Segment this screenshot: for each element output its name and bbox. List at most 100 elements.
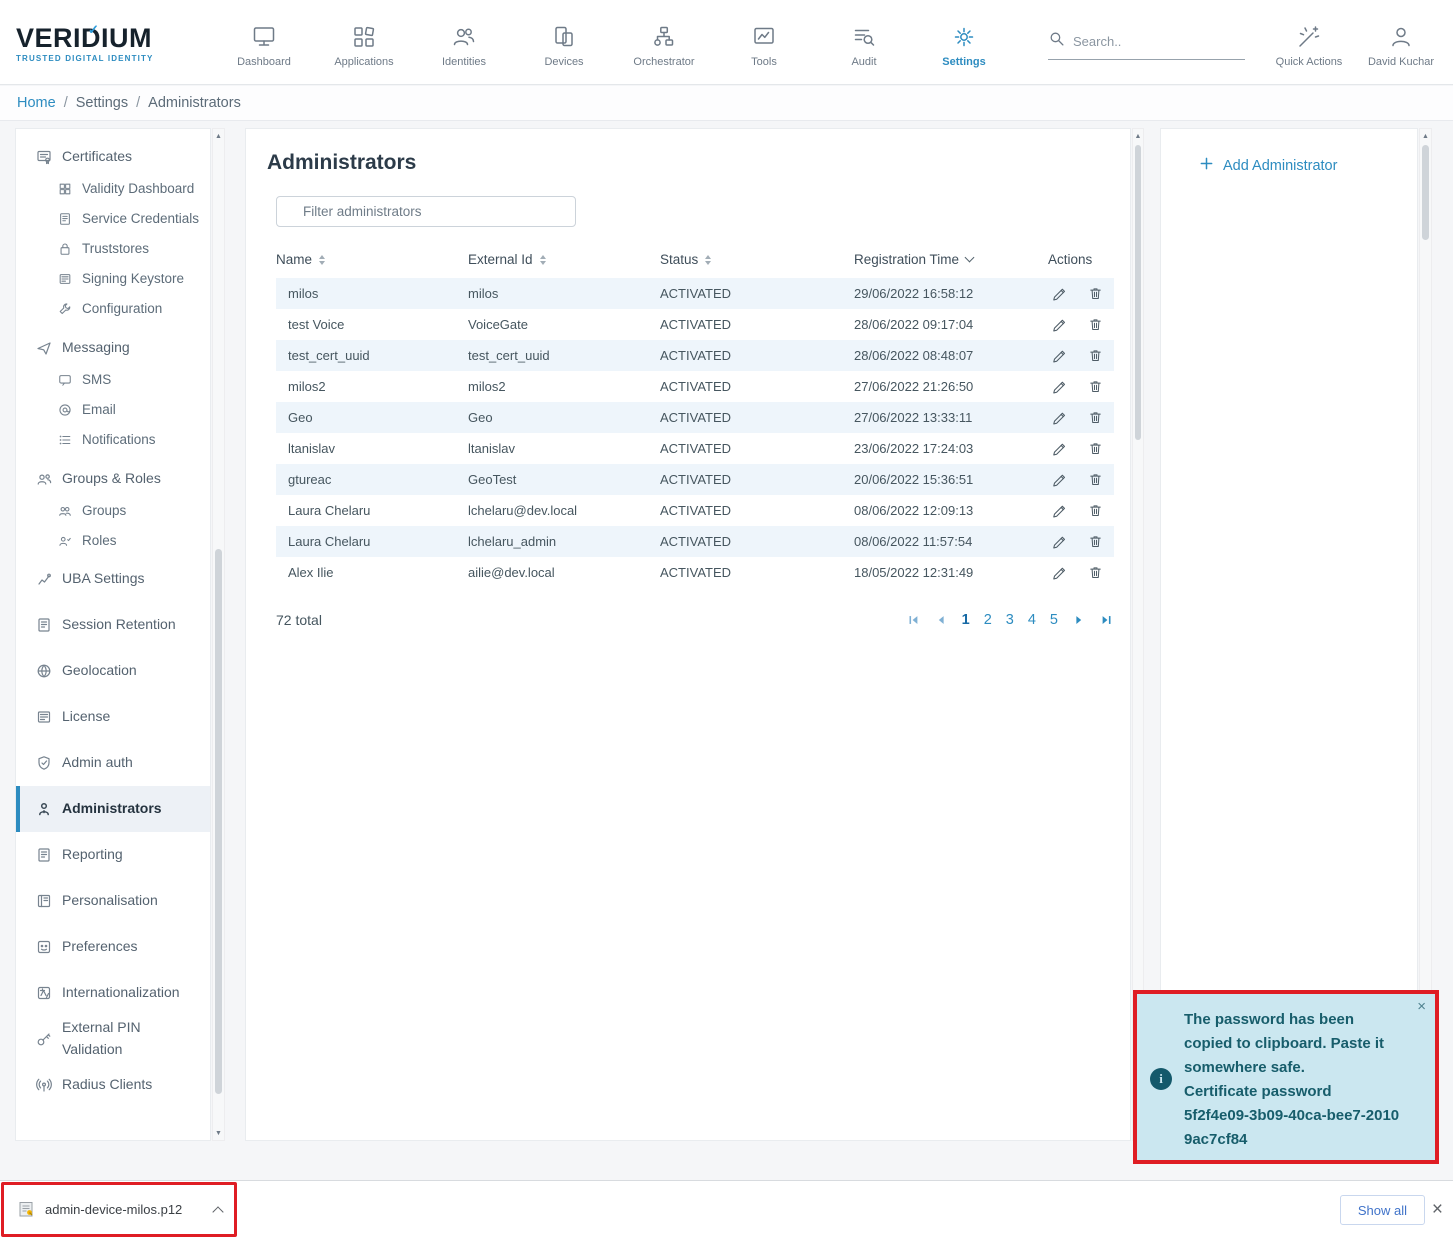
- sidebar-item-groups[interactable]: Groups: [16, 496, 210, 526]
- sidebar-item-messaging[interactable]: Messaging: [16, 331, 210, 365]
- page-number-3[interactable]: 3: [1006, 612, 1014, 628]
- edit-pencil-icon[interactable]: [1052, 379, 1067, 394]
- edit-pencil-icon[interactable]: [1052, 441, 1067, 456]
- add-administrator-button[interactable]: Add Administrator: [1199, 156, 1417, 175]
- edit-pencil-icon[interactable]: [1052, 348, 1067, 363]
- page-number-4[interactable]: 4: [1028, 612, 1036, 628]
- sidebar-item-notifications[interactable]: Notifications: [16, 425, 210, 455]
- sidebar-scrollbar[interactable]: ▲ ▼: [212, 128, 225, 1141]
- cell-status: ACTIVATED: [660, 565, 854, 580]
- sidebar-item-groups-roles[interactable]: Groups & Roles: [16, 462, 210, 496]
- sidebar-scrollbar-thumb[interactable]: [215, 549, 222, 1094]
- sidebar-item-uba-settings[interactable]: UBA Settings: [16, 556, 210, 602]
- chevron-up-icon[interactable]: [212, 1206, 223, 1217]
- delete-trash-icon[interactable]: [1088, 379, 1103, 394]
- scroll-up-icon[interactable]: ▲: [213, 129, 224, 143]
- delete-trash-icon[interactable]: [1088, 410, 1103, 425]
- sidebar-item-session-retention[interactable]: Session Retention: [16, 602, 210, 648]
- breadcrumb-item-administrators: Administrators: [148, 95, 241, 111]
- scroll-up-icon[interactable]: ▲: [1420, 129, 1431, 143]
- sidebar-item-validity-dashboard[interactable]: Validity Dashboard: [16, 174, 210, 204]
- page-number-2[interactable]: 2: [984, 612, 992, 628]
- sidebar-item-external-pin-validation[interactable]: External PIN Validation: [16, 1016, 210, 1062]
- delete-trash-icon[interactable]: [1088, 503, 1103, 518]
- page-number-1[interactable]: 1: [962, 612, 970, 628]
- delete-trash-icon[interactable]: [1088, 472, 1103, 487]
- sidebar-item-signing-keystore[interactable]: Signing Keystore: [16, 264, 210, 294]
- sidebar-item-configuration[interactable]: Configuration: [16, 294, 210, 324]
- sidebar-item-administrators[interactable]: Administrators: [16, 786, 210, 832]
- close-download-bar-icon[interactable]: ×: [1424, 1195, 1451, 1225]
- first-page-icon[interactable]: [906, 613, 920, 627]
- sort-desc-icon[interactable]: [965, 253, 975, 263]
- veridium-logo[interactable]: VERIDIUM ✓ TRUSTED DIGITAL IDENTITY: [0, 21, 190, 63]
- column-header-status[interactable]: Status: [660, 252, 854, 267]
- sidebar-item-preferences[interactable]: Preferences: [16, 924, 210, 970]
- edit-pencil-icon[interactable]: [1052, 317, 1067, 332]
- sidebar-item-sms[interactable]: SMS: [16, 365, 210, 395]
- nav-item-applications[interactable]: Applications: [314, 16, 414, 68]
- filter-administrators-input[interactable]: [276, 196, 576, 227]
- edit-pencil-icon[interactable]: [1052, 503, 1067, 518]
- quick-actions-button[interactable]: Quick Actions: [1263, 16, 1355, 68]
- search-input[interactable]: [1073, 34, 1223, 49]
- sidebar-item-service-credentials[interactable]: Service Credentials: [16, 204, 210, 234]
- nav-item-audit[interactable]: Audit: [814, 16, 914, 68]
- main-scrollbar-thumb[interactable]: [1135, 145, 1141, 440]
- sidebar-item-label: External PIN Validation: [62, 1017, 202, 1060]
- sidebar-item-label: Service Credentials: [82, 209, 199, 230]
- delete-trash-icon[interactable]: [1088, 565, 1103, 580]
- delete-trash-icon[interactable]: [1088, 534, 1103, 549]
- delete-trash-icon[interactable]: [1088, 348, 1103, 363]
- sidebar-item-reporting[interactable]: Reporting: [16, 832, 210, 878]
- edit-pencil-icon[interactable]: [1052, 286, 1067, 301]
- edit-pencil-icon[interactable]: [1052, 472, 1067, 487]
- sort-toggle-icon[interactable]: [540, 255, 546, 265]
- detail-scrollbar-thumb[interactable]: [1422, 145, 1429, 240]
- breadcrumb-item-home[interactable]: Home: [17, 95, 56, 111]
- delete-trash-icon[interactable]: [1088, 441, 1103, 456]
- sidebar-item-personalisation[interactable]: Personalisation: [16, 878, 210, 924]
- column-header-registration-time[interactable]: Registration Time: [854, 252, 1048, 267]
- nav-item-orchestrator[interactable]: Orchestrator: [614, 16, 714, 68]
- nav-item-tools[interactable]: Tools: [714, 16, 814, 68]
- sort-toggle-icon[interactable]: [319, 255, 325, 265]
- sidebar-item-email[interactable]: Email: [16, 395, 210, 425]
- nav-item-label: Settings: [942, 56, 985, 68]
- sidebar-item-geolocation[interactable]: Geolocation: [16, 648, 210, 694]
- downloaded-file-item[interactable]: admin-device-milos.p12: [1, 1182, 237, 1237]
- scroll-up-icon[interactable]: ▲: [1133, 129, 1143, 143]
- page-title: Administrators: [267, 151, 1130, 175]
- scroll-down-icon[interactable]: ▼: [213, 1126, 224, 1140]
- sidebar-item-internationalization[interactable]: Internationalization: [16, 970, 210, 1016]
- edit-pencil-icon[interactable]: [1052, 534, 1067, 549]
- sidebar-item-admin-auth[interactable]: Admin auth: [16, 740, 210, 786]
- sidebar-item-certificates[interactable]: Certificates: [16, 140, 210, 174]
- nav-item-identities[interactable]: Identities: [414, 16, 514, 68]
- topnav-right-cluster: Quick Actions David Kuchar: [1263, 16, 1447, 68]
- sidebar-item-radius-clients[interactable]: Radius Clients: [16, 1062, 210, 1108]
- delete-trash-icon[interactable]: [1088, 317, 1103, 332]
- show-all-downloads-button[interactable]: Show all: [1340, 1195, 1425, 1225]
- toast-close-icon[interactable]: ×: [1417, 999, 1426, 1014]
- edit-pencil-icon[interactable]: [1052, 565, 1067, 580]
- user-menu[interactable]: David Kuchar: [1355, 16, 1447, 68]
- column-header-name[interactable]: Name: [276, 252, 468, 267]
- edit-pencil-icon[interactable]: [1052, 410, 1067, 425]
- breadcrumb-item-settings[interactable]: Settings: [76, 95, 128, 111]
- column-header-external-id[interactable]: External Id: [468, 252, 660, 267]
- last-page-icon[interactable]: [1100, 613, 1114, 627]
- nav-item-dashboard[interactable]: Dashboard: [214, 16, 314, 68]
- nav-item-devices[interactable]: Devices: [514, 16, 614, 68]
- delete-trash-icon[interactable]: [1088, 286, 1103, 301]
- table-row-lchelaru-dev-local: Laura Chelaru lchelaru@dev.local ACTIVAT…: [276, 495, 1114, 526]
- previous-page-icon[interactable]: [934, 613, 948, 627]
- tools-icon: [751, 24, 777, 50]
- sidebar-item-license[interactable]: License: [16, 694, 210, 740]
- page-number-5[interactable]: 5: [1050, 612, 1058, 628]
- sort-toggle-icon[interactable]: [705, 255, 711, 265]
- sidebar-item-roles[interactable]: Roles: [16, 526, 210, 556]
- sidebar-item-truststores[interactable]: Truststores: [16, 234, 210, 264]
- next-page-icon[interactable]: [1072, 613, 1086, 627]
- nav-item-settings[interactable]: Settings: [914, 16, 1014, 68]
